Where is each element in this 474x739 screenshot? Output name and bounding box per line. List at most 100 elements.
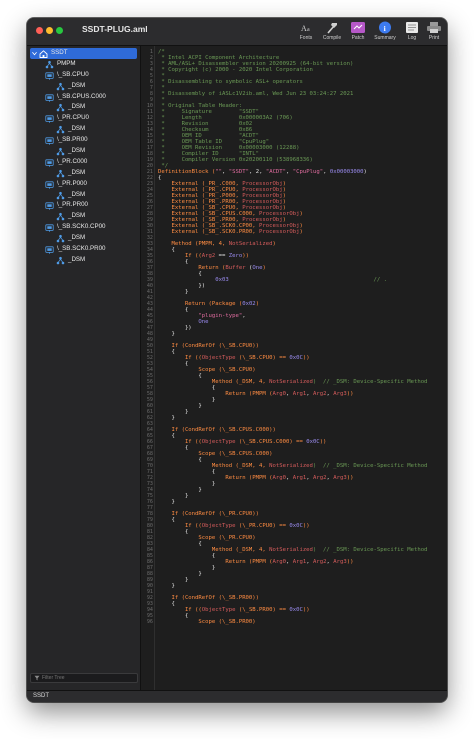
method-icon (56, 256, 65, 265)
tree-item[interactable]: \_SB.CPUS.C000 (27, 92, 140, 103)
code-token: )) (346, 475, 354, 481)
acpi-tree[interactable]: SSDT PMPM \_SB.CPU0 _DSM \_SB.CPUS.C000 _DSM \… (27, 48, 140, 266)
method-icon (56, 104, 65, 112)
code-token: (\_PR.CPU0) == (235, 523, 290, 529)
code-token: Arg2 (312, 475, 327, 481)
method-icon (56, 126, 65, 134)
tree-item[interactable]: _DSM (27, 190, 140, 201)
tree-item-label: _DSM (68, 255, 86, 263)
code-token: "" (215, 169, 223, 175)
code-line: DefinitionBlock ("", "SSDT", 2, "ACDT", … (158, 169, 367, 175)
tree-item-label: SSDT (51, 49, 68, 56)
code-token: } (158, 331, 175, 337)
zoom-window-button[interactable] (56, 27, 63, 34)
code-token: ObjectType (201, 355, 236, 361)
code-token: } (158, 415, 175, 421)
compile-label: Compile (322, 35, 342, 41)
code-token: Arg1 (292, 391, 307, 397)
code-token: 0x03 (215, 277, 229, 283)
tree-item[interactable]: \_PR.C000 (27, 157, 140, 168)
code-token: ) // _DSM: Device-Specific Method (312, 547, 428, 553)
status-text: SSDT (33, 693, 50, 699)
code-token: If (CondRefOf (\_SB.CPUS.C000)) (158, 427, 276, 433)
tree-item-label: \_SB.CPU0 (57, 70, 89, 78)
close-window-button[interactable] (36, 27, 43, 34)
code-token: )) (242, 253, 249, 259)
tree-item[interactable]: \_SB.PR00 (27, 135, 140, 146)
print-label: Print (428, 35, 440, 41)
tree-item-label: PMPM (57, 59, 76, 67)
tree-item[interactable]: _DSM (27, 124, 140, 135)
code-token: ) (299, 229, 303, 235)
compile-button[interactable]: Compile (321, 21, 343, 43)
tree-item[interactable]: \_SB.SCK0.CP00 (27, 222, 140, 233)
code-editor[interactable]: 1 2 3 4 5 6 7 8 9 10 11 12 13 14 15 16 17 18 19 20 21 22 23 24 2… (141, 46, 447, 690)
code-token: Scope (\_SB.PR00) (158, 619, 256, 625)
filter-tree-input[interactable] (42, 674, 134, 682)
code-token: 0x00003000 (329, 169, 364, 175)
code-token: NotSerialized (228, 241, 273, 247)
tree-item[interactable]: _DSM (27, 81, 140, 92)
summary-label: Summary (374, 35, 396, 41)
code-token: (\_SB.PR00) == (235, 607, 290, 613)
tree-item[interactable]: PMPM (27, 59, 140, 70)
tree-item[interactable]: \_PR.P000 (27, 179, 140, 190)
tree-item[interactable]: \_SB.CPU0 (27, 70, 140, 81)
tree-item[interactable]: _DSM (27, 168, 140, 179)
tree-item-label: _DSM (68, 234, 86, 242)
tree-item[interactable]: SSDT (30, 48, 137, 59)
code-token: ) // _DSM: Device-Specific Method (312, 379, 428, 385)
log-button[interactable]: Log (401, 21, 423, 43)
tree-item-label: _DSM (68, 190, 86, 198)
tree-item-label: _DSM (68, 147, 86, 155)
chevron-down-icon[interactable] (32, 51, 37, 56)
code-token: )) (302, 355, 310, 361)
tree-item[interactable]: \_SB.SCK0.PR00 (27, 244, 140, 255)
code-token: , (306, 391, 313, 397)
tree-item-label: \_PR.PR00 (57, 201, 88, 209)
minimize-window-button[interactable] (46, 27, 53, 34)
method-icon (56, 147, 65, 156)
patch-button[interactable]: Patch (347, 21, 369, 43)
code-token: ) (272, 241, 276, 247)
code-token: Arg2 (312, 559, 327, 565)
tree-item[interactable]: _DSM (27, 211, 140, 222)
code-token: , (323, 169, 330, 175)
fonts-button[interactable]: A a Fonts (295, 21, 317, 43)
summary-button[interactable]: i Summary (374, 21, 396, 43)
scope-icon (45, 246, 54, 254)
code-line: Method (PMPM, 4, NotSerialized) (158, 241, 276, 247)
tree-item-label: \_PR.C000 (57, 157, 88, 165)
code-token: ObjectType (201, 439, 236, 445)
code-token: 0x0C (289, 355, 303, 361)
code-token: "CpuPlug" (292, 169, 324, 175)
tree-item[interactable]: \_PR.CPU0 (27, 113, 140, 124)
print-button[interactable]: Print (423, 21, 445, 43)
code-token: )) (302, 523, 310, 529)
code-token: , (286, 169, 293, 175)
method-icon (56, 169, 65, 178)
tree-item[interactable]: _DSM (27, 233, 140, 244)
code-token: "SSDT" (228, 169, 249, 175)
tree-item[interactable]: _DSM (27, 146, 140, 157)
tree-item[interactable]: \_PR.PR00 (27, 200, 140, 211)
tree-item[interactable]: _DSM (27, 102, 140, 113)
tree-item[interactable]: _DSM (27, 255, 140, 266)
tree-item-label: _DSM (68, 125, 86, 133)
code-token: , (286, 391, 293, 397)
scope-icon (45, 202, 54, 211)
hammer-icon (327, 23, 337, 34)
method-icon (56, 213, 65, 221)
tree-item-label: \_PR.CPU0 (57, 114, 89, 122)
scope-icon (45, 93, 54, 102)
code-token: Arg0 (272, 391, 286, 397)
tree-item-label: \_PR.P000 (57, 179, 87, 187)
app-window: SSDT-PLUG.aml A a Fonts Compile Patch i … (27, 18, 447, 702)
code-line: } (158, 499, 174, 505)
patch-label: Patch (351, 35, 365, 41)
code-token: * Disassembling to symbolic ASL+ operato… (158, 79, 303, 85)
code-token: * Disassembly of iASLc1V2ib.aml, Wed Jun… (158, 91, 354, 97)
code-token: } (158, 289, 189, 295)
scope-icon (45, 72, 54, 80)
scope-icon (45, 159, 54, 167)
